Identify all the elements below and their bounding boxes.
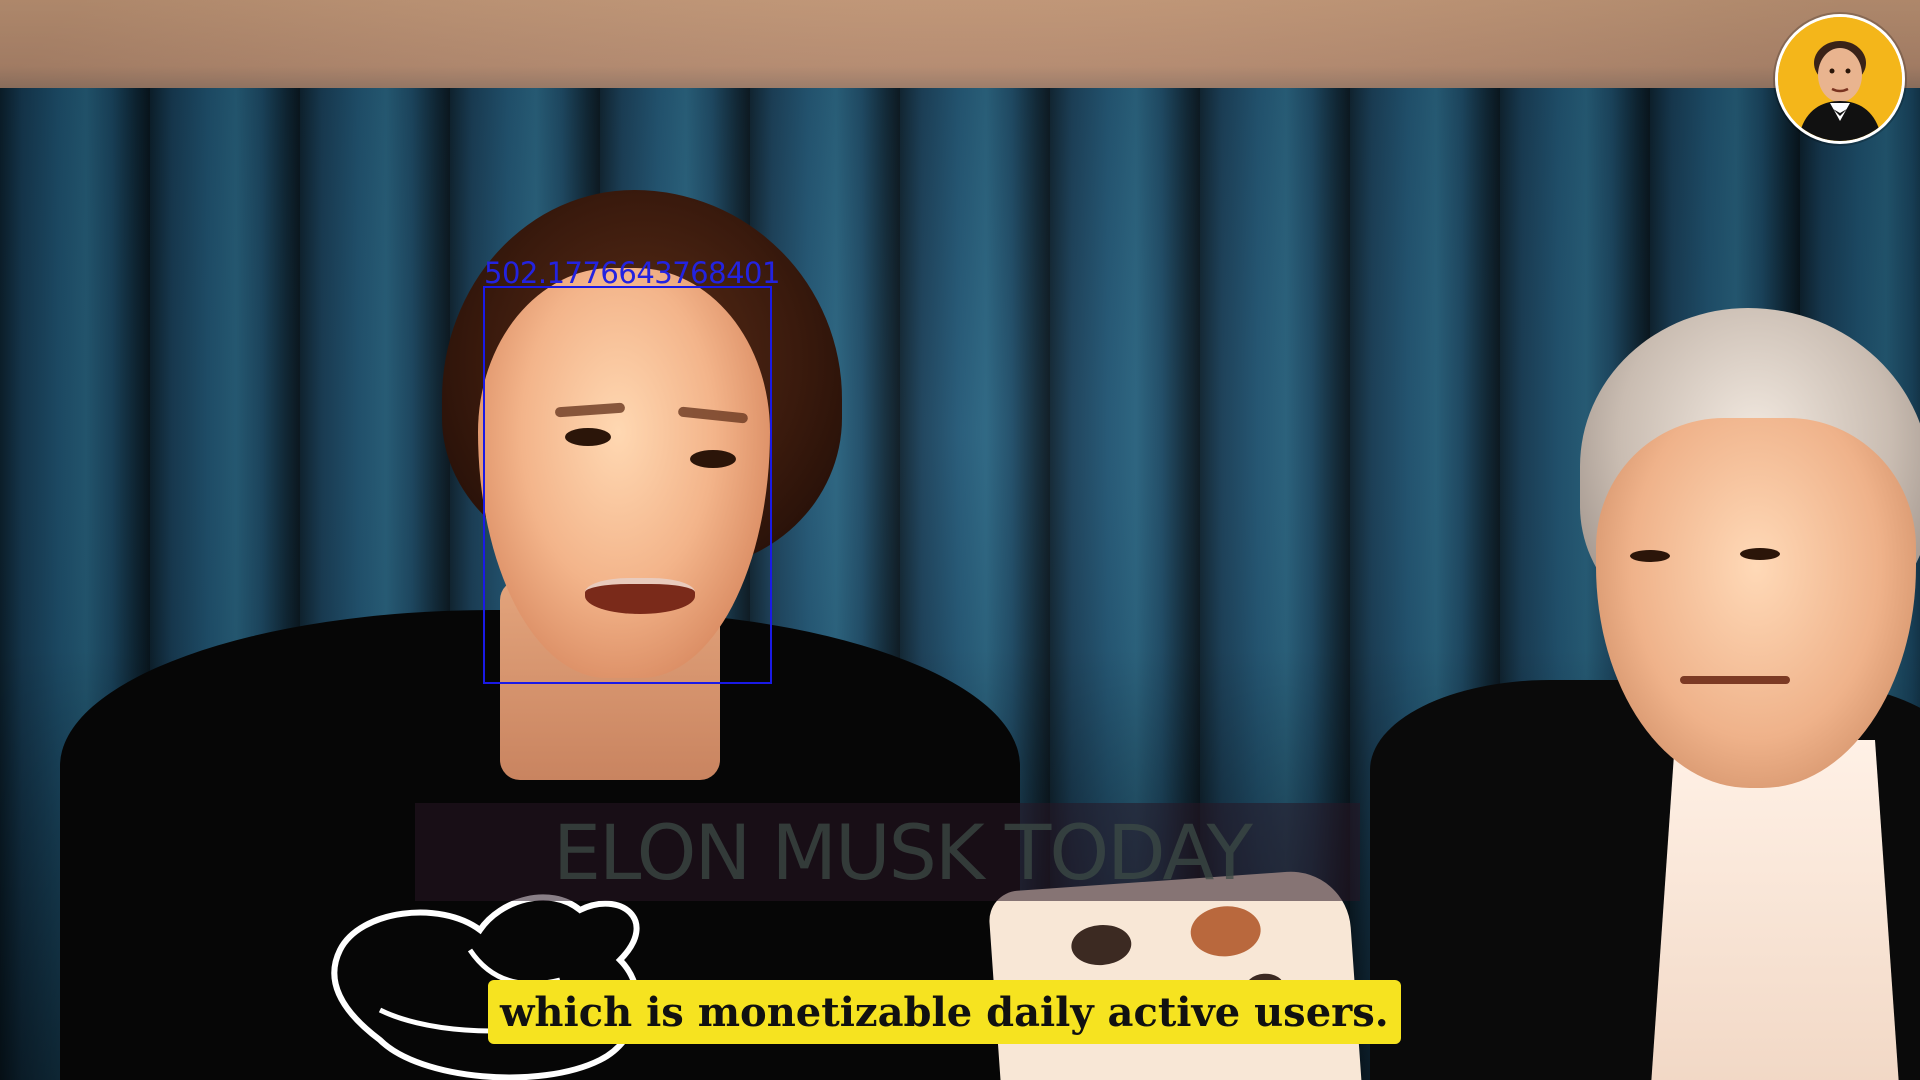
elon-musk-avatar-icon xyxy=(1775,14,1905,144)
video-frame: 502.1776643768401 ELON MUSK TODAY which … xyxy=(0,0,1920,1080)
face-detection-label: 502.1776643768401 xyxy=(484,256,780,290)
right-person-mouth xyxy=(1680,676,1790,684)
right-person-shirt xyxy=(1650,740,1900,1080)
face-detection-box xyxy=(483,286,772,684)
subtitle-caption: which is monetizable daily active users. xyxy=(488,980,1401,1044)
channel-watermark: ELON MUSK TODAY xyxy=(553,808,1253,897)
